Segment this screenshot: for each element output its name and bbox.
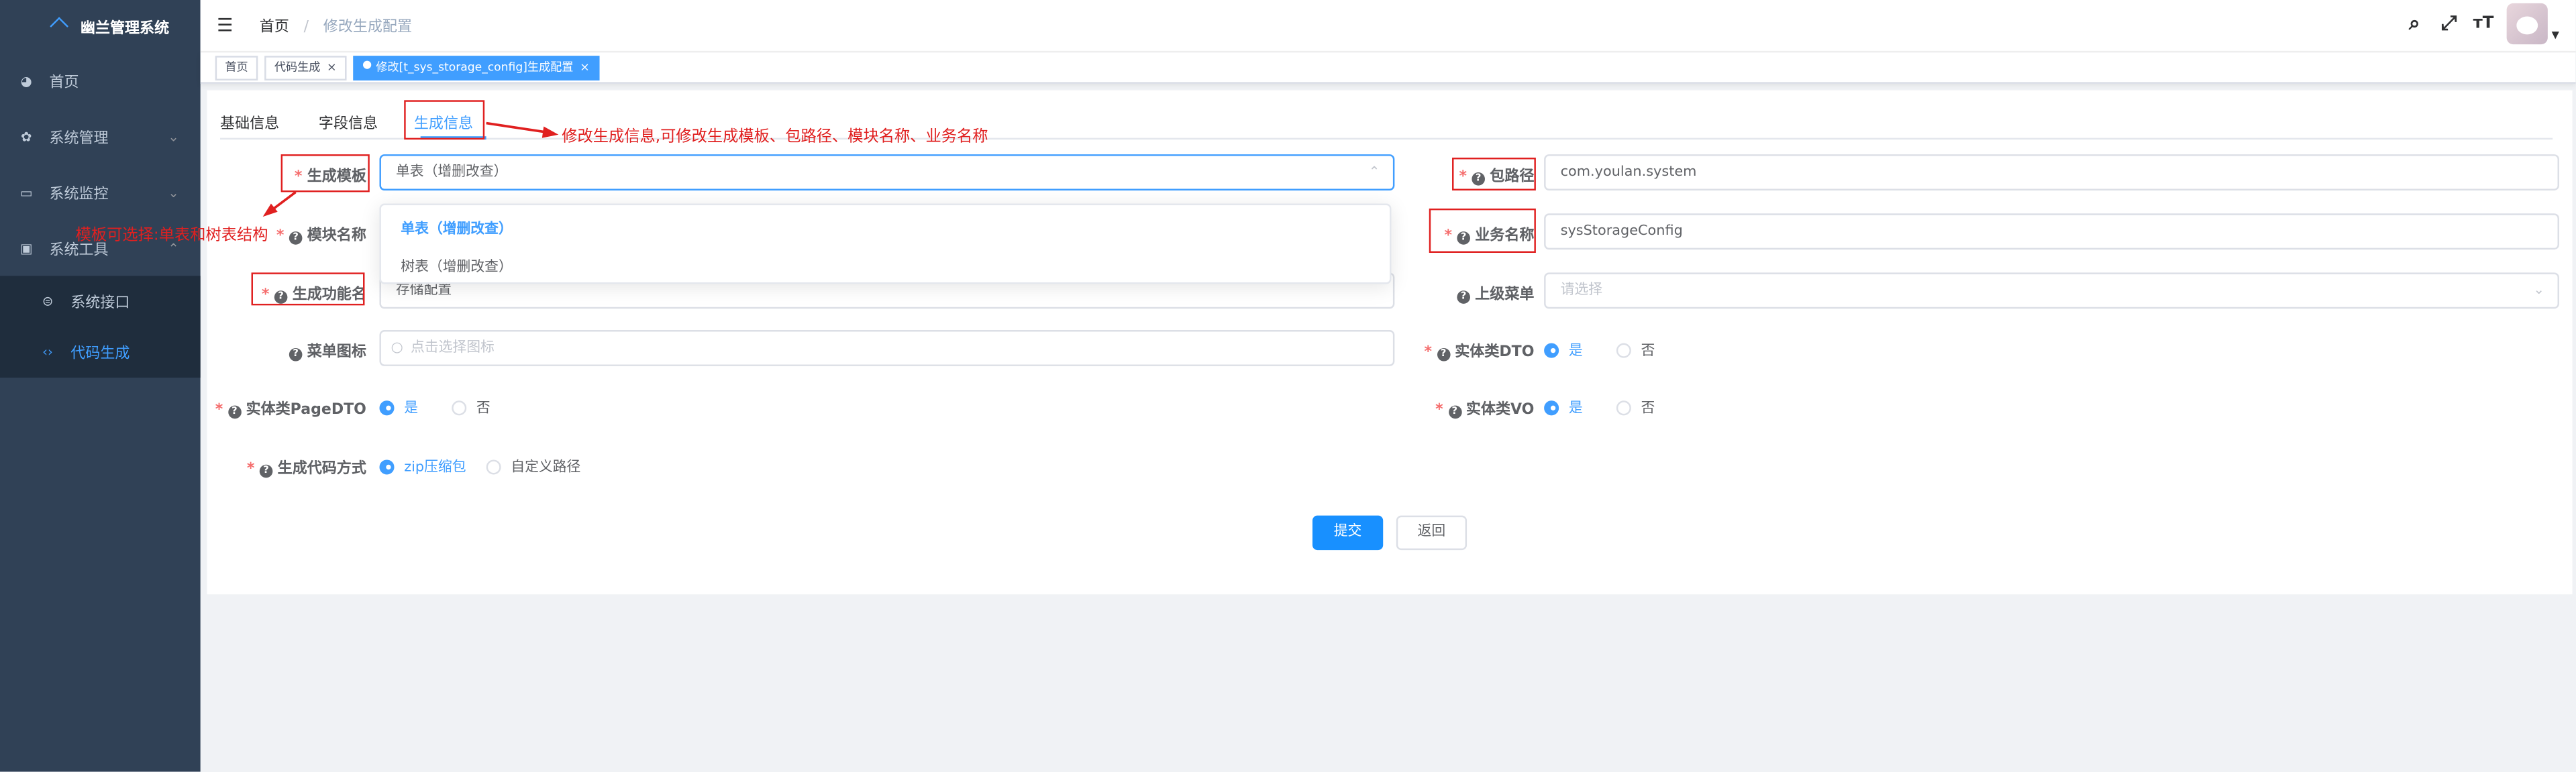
tag-code-gen[interactable]: 代码生成 × [264,55,347,80]
submenu-system-tools: ⊜ 系统接口 ‹› 代码生成 [0,276,201,378]
annotation-tab-note: 修改生成信息,可修改生成模板、包路径、模块名称、业务名称 [562,127,988,146]
code-icon: ‹› [42,345,53,360]
dropdown-option-single[interactable]: 单表（增删改查） [381,213,1390,246]
vo-label: *? 实体类VO [1435,402,1535,419]
logo-icon [48,16,70,35]
sidebar-item-label: 系统监控 [49,186,109,203]
radio-dot [486,459,501,474]
tag-label: 修改[t_sys_storage_config]生成配置 [376,60,574,73]
chevron-down-icon: ⌄ [2533,282,2544,298]
radio-dot [1544,342,1559,357]
sidebar-item-label: 代码生成 [70,346,130,364]
app-title: 幽兰管理系统 [80,20,170,38]
breadcrumb-home[interactable]: 首页 [260,19,289,36]
tag-home[interactable]: 首页 [215,55,258,80]
submit-button[interactable]: 提交 [1312,515,1384,551]
question-icon: ? [1447,405,1461,419]
vo-no-radio[interactable]: 否 [1616,397,1655,417]
dropdown-option-tree[interactable]: 树表（增删改查） [381,252,1390,284]
tag-label: 代码生成 [274,60,321,73]
sidebar: 幽兰管理系统 ◕ 首页 ✿ 系统管理 ⌄ ▭ 系统监控 ⌄ ▣ 系统工具 ⌃ ⊜… [0,0,201,772]
annotation-tpl-note: 模板可选择:单表和树表结构 [75,226,268,245]
right-menu: ⌕ ⤢ тT ▼ [2398,3,2559,45]
close-icon[interactable]: × [580,60,589,73]
tpl-dropdown: 单表（增删改查） 树表（增删改查） [379,203,1392,284]
gentype-label: *? 生成代码方式 [246,461,366,478]
icon-label: ? 菜单图标 [289,340,366,362]
monitor-icon: ▭ [19,184,33,200]
annotation-box-pkg-label [1452,158,1536,190]
radio-dot [379,459,395,474]
breadcrumb-separator: / [303,19,309,36]
sidebar-item-label: 系统接口 [70,295,130,313]
question-icon: ? [289,231,303,245]
question-icon: ? [227,405,242,419]
radio-dot [452,400,467,415]
app-logo[interactable]: 幽兰管理系统 [0,0,201,52]
breadcrumb-current: 修改生成配置 [323,19,413,36]
dto-no-radio[interactable]: 否 [1616,340,1655,360]
dto-yes-radio[interactable]: 是 [1544,340,1583,360]
parent-select[interactable]: 请选择 ⌄ [1544,272,2559,309]
question-icon: ? [1457,290,1470,304]
tag-label: 首页 [225,60,248,73]
annotation-box-func-label [251,272,365,306]
radio-dot [379,400,395,415]
pagedto-label: *? 实体类PageDTO [215,402,366,419]
avatar[interactable] [2507,3,2548,45]
annotation-box-gen-tab [404,100,485,140]
pagedto-yes-radio[interactable]: 是 [379,397,418,417]
dashboard-icon: ◕ [20,72,32,88]
chevron-up-icon: ⌃ [1368,164,1380,179]
fullscreen-icon[interactable]: ⤢ [2432,11,2466,36]
tag-edit-config[interactable]: 修改[t_sys_storage_config]生成配置 × [353,55,600,80]
annotation-box-biz-label [1429,208,1536,253]
close-icon[interactable]: × [327,60,336,73]
icon-input[interactable]: ○ 点击选择图标 [379,330,1395,366]
annotation-box-tpl-label [280,154,370,192]
tags-view: 首页 代码生成 × 修改[t_sys_storage_config]生成配置 × [200,52,2576,84]
form-card: 基础信息 字段信息 生成信息 * 生成模板 单表（增删改查） ⌃ 单表（增删改查） … [207,90,2573,595]
sidebar-item-home[interactable]: ◕ 首页 [0,52,201,108]
tab-basic-info[interactable]: 基础信息 [220,111,279,133]
pagedto-no-radio[interactable]: 否 [452,397,491,417]
sidebar-item-label: 首页 [49,74,79,91]
radio-dot [1616,342,1631,357]
gear-icon: ✿ [20,129,32,144]
chevron-down-icon: ⌄ [168,129,179,144]
module-label: *? 模块名称 [276,228,366,245]
api-icon: ⊜ [42,294,54,309]
sidebar-item-code-gen[interactable]: ‹› 代码生成 [0,327,201,378]
main-area: ☰ 首页 / 修改生成配置 ⌕ ⤢ тT ▼ 首页 代码生成 × 修改[t_sys… [200,0,2576,772]
parent-label: ? 上级菜单 [1457,282,1534,304]
question-icon: ? [259,464,273,478]
biz-input[interactable]: sysStorageConfig [1544,213,2559,250]
question-icon: ? [1437,347,1450,362]
breadcrumb: 首页 / 修改生成配置 [260,15,412,36]
search-icon[interactable]: ⌕ [2398,11,2432,36]
tpl-select[interactable]: 单表（增删改查） ⌃ [379,154,1395,190]
navbar: ☰ 首页 / 修改生成配置 ⌕ ⤢ тT ▼ [200,0,2576,53]
font-size-icon[interactable]: тT [2466,15,2500,33]
dto-label: *? 实体类DTO [1424,345,1535,362]
toolbox-icon: ▣ [19,240,33,256]
sidebar-item-label: 系统管理 [49,130,109,148]
pkg-input[interactable]: com.youlan.system [1544,154,2559,190]
radio-dot [1616,400,1631,415]
search-icon: ○ [391,339,403,357]
radio-dot [1544,400,1559,415]
caret-down-icon[interactable]: ▼ [2552,30,2559,41]
question-icon: ? [289,347,303,362]
gentype-custom-radio[interactable]: 自定义路径 [486,457,580,476]
gentype-zip-radio[interactable]: zip压缩包 [379,457,466,476]
chevron-down-icon: ⌄ [168,184,179,200]
vo-yes-radio[interactable]: 是 [1544,397,1583,417]
sidebar-item-system-monitor[interactable]: ▭ 系统监控 ⌄ [0,164,201,220]
back-button[interactable]: 返回 [1396,515,1467,551]
sidebar-item-system-api[interactable]: ⊜ 系统接口 [0,276,201,327]
sidebar-item-system-manage[interactable]: ✿ 系统管理 ⌄ [0,109,201,164]
tab-field-info[interactable]: 字段信息 [319,111,378,133]
hamburger-icon[interactable]: ☰ [217,15,236,36]
